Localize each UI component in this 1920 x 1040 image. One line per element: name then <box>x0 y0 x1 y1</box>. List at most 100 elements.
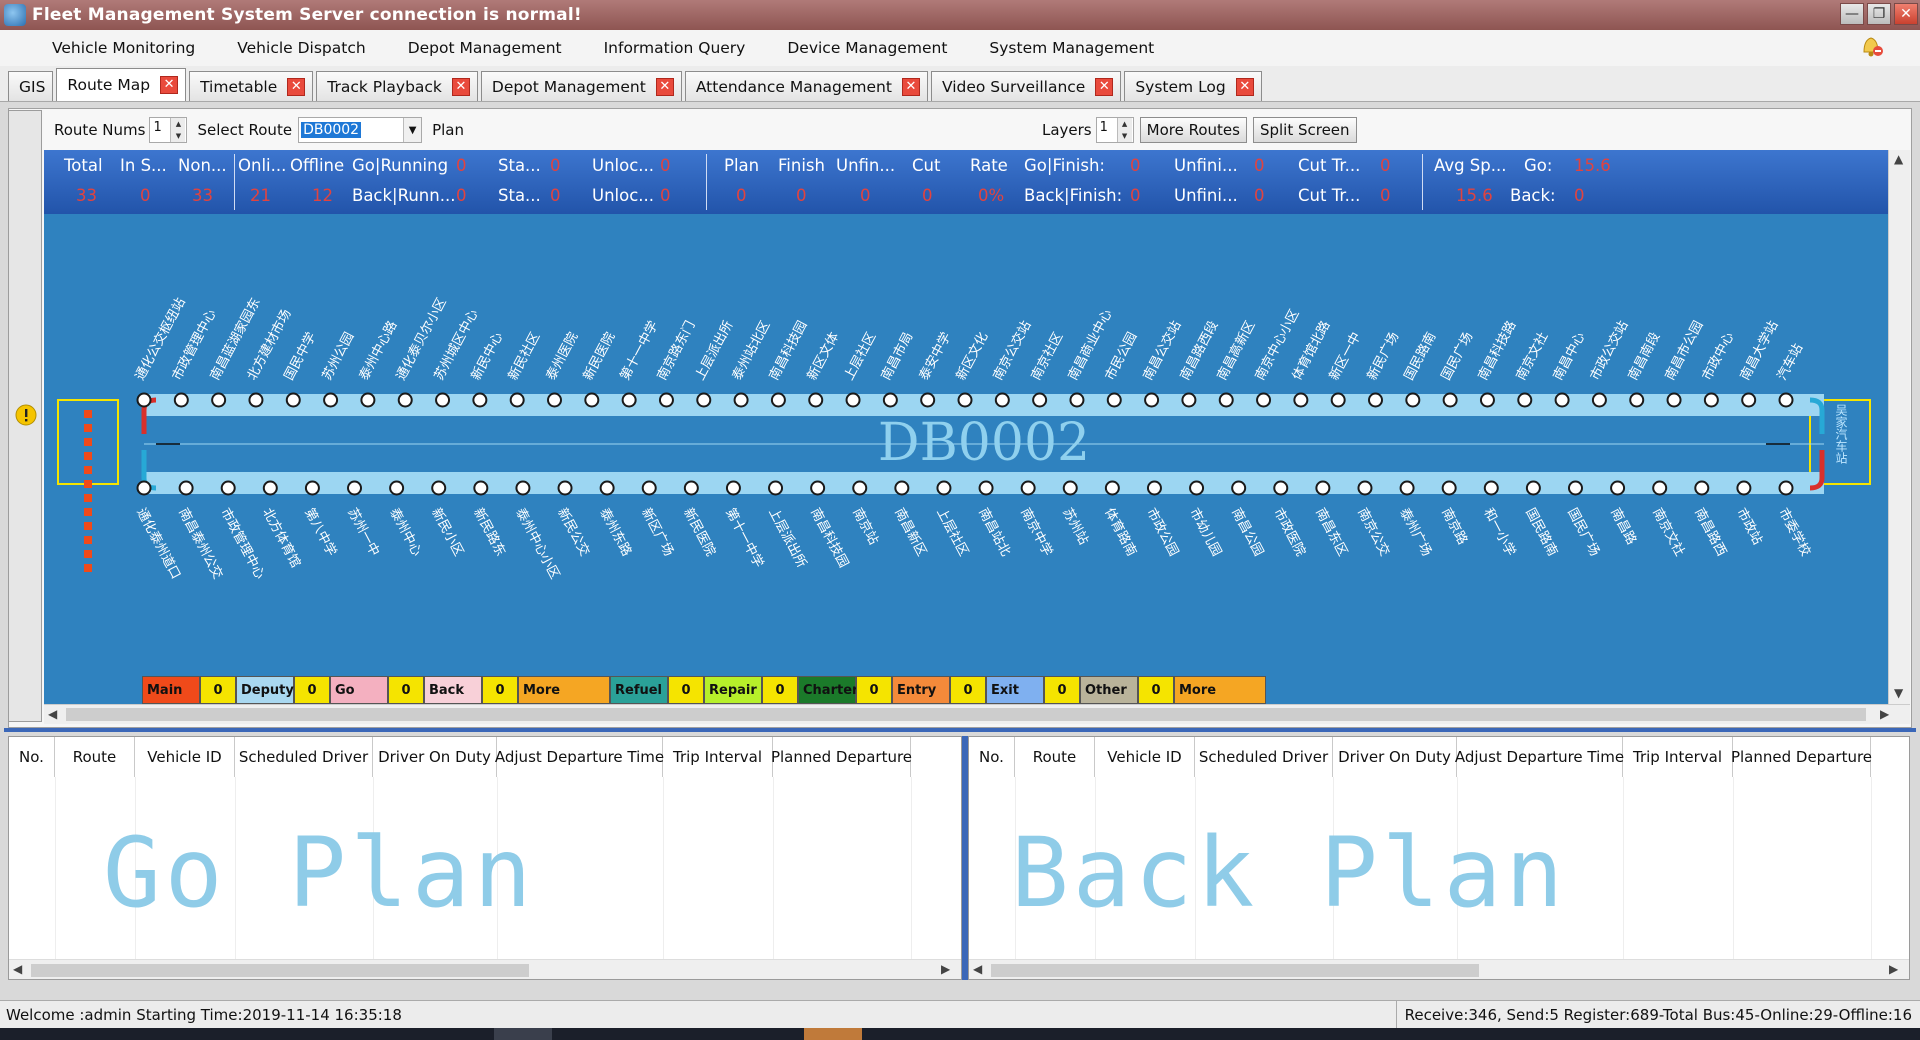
column-header[interactable]: Driver On Duty <box>373 737 497 777</box>
station-dot[interactable] <box>557 480 573 496</box>
station-dot[interactable] <box>389 480 405 496</box>
station-dot[interactable] <box>1778 480 1794 496</box>
station-dot[interactable] <box>845 392 861 408</box>
close-tab-icon[interactable]: ✕ <box>1235 77 1254 96</box>
station-dot[interactable] <box>509 392 525 408</box>
tab-track-playback[interactable]: Track Playback ✕ <box>316 71 478 101</box>
station-dot[interactable] <box>978 480 994 496</box>
legend-more[interactable]: More <box>518 676 610 704</box>
station-dot[interactable] <box>1629 392 1645 408</box>
close-tab-icon[interactable]: ✕ <box>901 77 920 96</box>
station-dot[interactable] <box>435 392 451 408</box>
chevron-down-icon[interactable]: ▼ <box>403 118 422 142</box>
station-dot[interactable] <box>304 480 320 496</box>
station-dot[interactable] <box>1703 392 1719 408</box>
menu-device-management[interactable]: Device Management <box>787 39 947 57</box>
legend-other[interactable]: Other <box>1080 676 1138 704</box>
station-dot[interactable] <box>768 480 784 496</box>
column-header[interactable]: Adjust Departure Time <box>1455 737 1624 777</box>
tab-system-log[interactable]: System Log ✕ <box>1124 71 1262 101</box>
scroll-left-icon[interactable]: ◀ <box>13 962 22 976</box>
scroll-right-icon[interactable]: ▶ <box>1880 707 1889 721</box>
station-dot[interactable] <box>1736 480 1752 496</box>
column-header[interactable]: Scheduled Driver <box>1195 737 1333 777</box>
column-header[interactable]: Planned Departure <box>1731 737 1872 777</box>
station-dot[interactable] <box>658 392 674 408</box>
station-dot[interactable] <box>1694 480 1710 496</box>
column-header[interactable]: No. <box>9 737 55 777</box>
menu-vehicle-dispatch[interactable]: Vehicle Dispatch <box>237 39 365 57</box>
legend-more[interactable]: More <box>1174 676 1266 704</box>
legend-go[interactable]: Go <box>330 676 388 704</box>
station-dot[interactable] <box>696 392 712 408</box>
station-dot[interactable] <box>1610 480 1626 496</box>
station-dot[interactable] <box>1069 392 1085 408</box>
station-dot[interactable] <box>894 480 910 496</box>
station-dot[interactable] <box>957 392 973 408</box>
legend-refuel[interactable]: Refuel <box>610 676 668 704</box>
station-dot[interactable] <box>1567 480 1583 496</box>
route-map-canvas[interactable]: DB0002 通化公交枢纽站 市政管理中心 南昌蓝湖家园东 北方建材市场 国民中学 苏州公… <box>44 214 1888 704</box>
column-header[interactable]: Trip Interval <box>1623 737 1733 777</box>
station-dot[interactable] <box>472 392 488 408</box>
close-tab-icon[interactable]: ✕ <box>160 76 179 94</box>
station-dot[interactable] <box>1062 480 1078 496</box>
station-dot[interactable] <box>431 480 447 496</box>
column-header[interactable]: Adjust Departure Time <box>495 737 664 777</box>
station-dot[interactable] <box>725 480 741 496</box>
station-dot[interactable] <box>621 392 637 408</box>
station-dot[interactable] <box>1293 392 1309 408</box>
station-dot[interactable] <box>920 392 936 408</box>
scroll-thumb[interactable] <box>66 708 1866 721</box>
station-dot[interactable] <box>220 480 236 496</box>
station-dot[interactable] <box>1020 480 1036 496</box>
horizontal-splitter[interactable] <box>4 728 1916 732</box>
minimize-icon[interactable]: — <box>1840 3 1864 25</box>
legend-main[interactable]: Main <box>142 676 200 704</box>
warning-icon[interactable] <box>15 404 37 426</box>
station-dot[interactable] <box>882 392 898 408</box>
column-header[interactable]: Vehicle ID <box>135 737 235 777</box>
station-dot[interactable] <box>1479 392 1495 408</box>
station-dot[interactable] <box>136 480 152 496</box>
split-screen-button[interactable]: Split Screen <box>1252 117 1357 143</box>
station-dot[interactable] <box>1104 480 1120 496</box>
close-icon[interactable]: ✕ <box>1894 3 1918 25</box>
station-dot[interactable] <box>733 392 749 408</box>
close-tab-icon[interactable]: ✕ <box>1095 77 1114 96</box>
scroll-thumb[interactable] <box>991 964 1479 977</box>
menu-information-query[interactable]: Information Query <box>604 39 746 57</box>
station-dot[interactable] <box>808 392 824 408</box>
legend-repair[interactable]: Repair <box>704 676 762 704</box>
station-dot[interactable] <box>994 392 1010 408</box>
station-dot[interactable] <box>936 480 952 496</box>
scroll-left-icon[interactable]: ◀ <box>973 962 982 976</box>
station-dot[interactable] <box>1181 392 1197 408</box>
tab-gis[interactable]: GIS <box>8 71 54 101</box>
station-dot[interactable] <box>1591 392 1607 408</box>
tab-video-surveillance[interactable]: Video Surveillance ✕ <box>930 71 1122 101</box>
tab-timetable[interactable]: Timetable ✕ <box>189 71 314 101</box>
station-dot[interactable] <box>547 392 562 408</box>
scroll-right-icon[interactable]: ▶ <box>1889 962 1898 976</box>
station-dot[interactable] <box>599 480 615 496</box>
station-dot[interactable] <box>1330 392 1346 408</box>
route-select[interactable]: DB0002 ▼ <box>298 117 423 143</box>
station-dot[interactable] <box>173 392 189 408</box>
station-dot[interactable] <box>1405 392 1421 408</box>
alarm-bell-icon[interactable] <box>1856 31 1886 61</box>
station-dot[interactable] <box>136 392 152 408</box>
station-dot[interactable] <box>1218 392 1234 408</box>
column-header[interactable]: Planned Departure <box>771 737 912 777</box>
station-dot[interactable] <box>1652 480 1668 496</box>
column-header[interactable]: Trip Interval <box>663 737 773 777</box>
station-dot[interactable] <box>1517 392 1533 408</box>
scroll-thumb[interactable] <box>31 964 529 977</box>
station-dot[interactable] <box>1778 392 1794 408</box>
station-dot[interactable] <box>1273 480 1289 496</box>
column-header[interactable]: Scheduled Driver <box>235 737 373 777</box>
column-header[interactable]: Route <box>55 737 135 777</box>
station-dot[interactable] <box>1146 480 1162 496</box>
column-header[interactable]: Driver On Duty <box>1333 737 1457 777</box>
more-routes-button[interactable]: More Routes <box>1139 117 1247 143</box>
